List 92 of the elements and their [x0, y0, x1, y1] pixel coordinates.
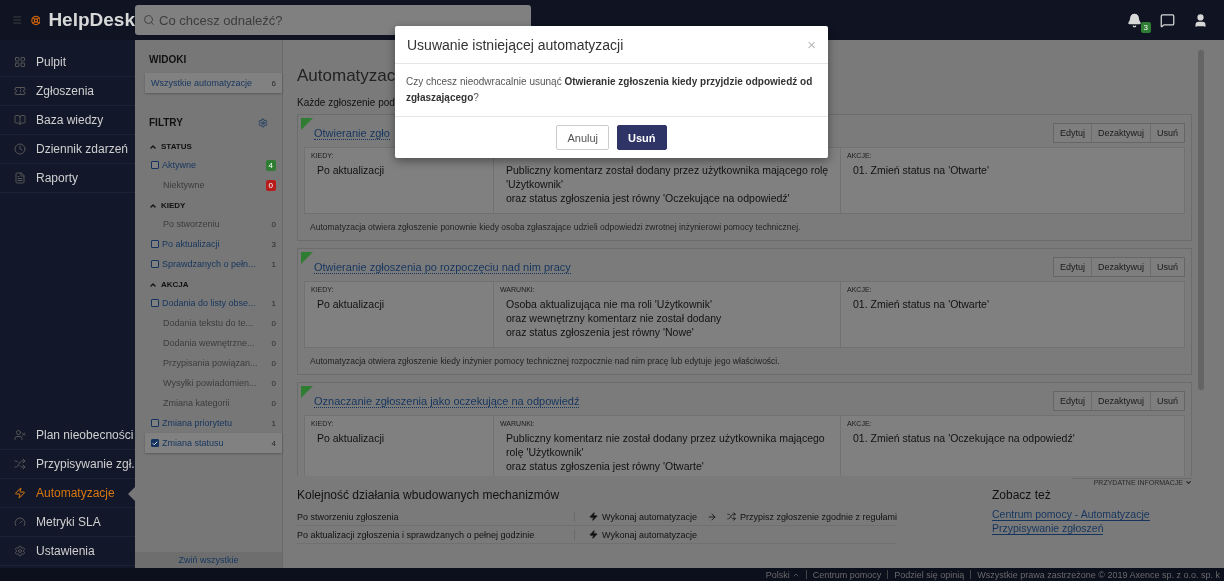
filter-item[interactable]: Po aktualizacji 3	[145, 234, 282, 254]
section-heading: Kolejność działania wbudowanych mechanizmów	[297, 488, 561, 502]
action-text: 01. Zmień status na 'Otwarte'	[852, 297, 990, 311]
card-action-button[interactable]: Usuń	[1150, 392, 1184, 410]
checkbox[interactable]	[151, 240, 159, 248]
automation-title-link[interactable]: Otwieranie zgłoszenia po rozpoczęciu nad nim pracy	[314, 260, 571, 274]
user-icon	[14, 429, 26, 441]
checkbox[interactable]	[151, 299, 159, 307]
view-item[interactable]: Wszystkie automatyzacje 6	[145, 73, 282, 93]
section-title: FILTRY	[149, 117, 183, 128]
chat-icon[interactable]	[1160, 12, 1175, 28]
filter-item[interactable]: Sprawdzanych o pełn... 1	[145, 254, 282, 274]
card-action-button[interactable]: Dezaktywuj	[1090, 258, 1150, 276]
filter-section-toggle[interactable]: AKCJA	[135, 274, 282, 293]
count: 4	[271, 438, 276, 448]
condition-text: Osoba aktualizująca nie ma roli 'Użytkownik'	[505, 297, 713, 311]
grid-icon	[14, 56, 26, 68]
bell-icon[interactable]	[1127, 12, 1142, 28]
checkbox[interactable]	[151, 419, 159, 427]
search-icon	[143, 14, 155, 26]
delete-button[interactable]: Usuń	[617, 125, 667, 150]
order-label: Po stworzeniu zgłoszenia	[297, 511, 575, 522]
card-action-button[interactable]: Usuń	[1150, 258, 1184, 276]
automation-description: Automatyzacja otwiera zgłoszenie kiedy inżynier pomocy technicznej rozpocznie nad nim pracę lub edytuje jego właściwości.	[309, 355, 781, 368]
card-action-button[interactable]: Dezaktywuj	[1090, 392, 1150, 410]
condition-text: oraz status zgłoszenia jest równy 'Nowe'	[505, 325, 695, 339]
count: 3	[271, 239, 276, 249]
process-step: Wykonaj automatyzacje	[589, 511, 697, 522]
card-action-button[interactable]: Dezaktywuj	[1090, 124, 1150, 142]
lightning-icon	[14, 487, 26, 499]
clock-icon	[14, 143, 26, 155]
count: 1	[271, 418, 276, 428]
action-text: 01. Zmień status na 'Oczekujące na odpowiedź'	[852, 431, 1076, 445]
filter-item[interactable]: Aktywne 4	[145, 155, 282, 175]
card-action-button[interactable]: Usuń	[1150, 124, 1184, 142]
condition-text: oraz status zgłoszenia jest równy 'Oczekujące na odpowiedź'	[505, 191, 791, 205]
footer-link[interactable]: Centrum pomocy	[812, 569, 882, 580]
checkbox[interactable]	[151, 161, 159, 169]
automation-description: Automatyzacja otwiera zgłoszenie ponownie kiedy osoba zgłaszające udzieli odpowiedzi zwrotnej inżynierowi pomocy technicznej.	[309, 221, 802, 234]
user-icon[interactable]	[1193, 12, 1208, 28]
help-link[interactable]: Centrum pomocy - Automatyzacje	[992, 508, 1150, 521]
page-subtitle: Każde zgłoszenie pod	[297, 97, 395, 108]
help-link[interactable]: Przypisywanie zgłoszeń	[992, 522, 1104, 535]
count: 1	[271, 298, 276, 308]
when-value: Po aktualizacji	[316, 297, 386, 311]
app-logo: HelpDesk	[48, 9, 135, 31]
condition-text: oraz wewnętrzny komentarz nie został dodany	[505, 311, 723, 325]
settings-icon[interactable]	[258, 117, 268, 128]
dialog-message: Czy chcesz nieodwracalnie usunąć Otwieranie zgłoszenia kiedy przyjdzie odpowiedź od zgłaszającego?	[406, 76, 813, 103]
gauge-icon	[14, 516, 26, 528]
filter-item[interactable]: Zmiana statusu 4	[145, 433, 282, 453]
automation-title-link[interactable]: Oznaczanie zgłoszenia jako oczekujące na odpowiedź	[314, 394, 580, 408]
filter-item[interactable]: Zmiana priorytetu 1	[145, 413, 282, 433]
filter-section-toggle[interactable]: STATUS	[135, 136, 282, 155]
lightning-icon	[589, 530, 598, 539]
footer-link[interactable]: Podziel się opinią	[894, 569, 965, 580]
filter-item[interactable]: Dodania do listy obse... 1	[145, 293, 282, 313]
count-badge: 4	[265, 159, 276, 171]
condition-text: oraz status zgłoszenia jest równy 'Otwarte'	[505, 459, 705, 473]
dialog-title: Usuwanie istniejącej automatyzacji	[407, 36, 624, 53]
caret-down-icon	[1185, 479, 1192, 486]
page-title: Automatyzac	[297, 66, 396, 86]
settings-icon	[14, 545, 26, 557]
section-heading: Zobacz też	[992, 488, 1052, 502]
ticket-icon	[14, 85, 26, 97]
copyright-text: Wszystkie prawa zastrzeżone © 2019 Axence sp. z o.o. sp. k	[977, 569, 1220, 580]
count-badge: 0	[265, 179, 276, 191]
section-title: WIDOKI	[149, 54, 187, 65]
count: 1	[271, 259, 276, 269]
shuffle-icon	[726, 512, 736, 521]
shuffle-icon	[14, 458, 26, 470]
card-action-button[interactable]: Edytuj	[1053, 124, 1091, 142]
process-step: Przypisz zgłoszenie zgodnie z regułami	[726, 511, 898, 522]
checkbox[interactable]	[151, 439, 159, 447]
collapse-all-button[interactable]: Zwiń wszystkie	[135, 552, 282, 568]
filter-section-toggle[interactable]: KIEDY	[135, 195, 282, 214]
cancel-button[interactable]: Anuluj	[556, 125, 610, 150]
notification-badge: 3	[1140, 21, 1151, 33]
automation-title-link[interactable]: Otwieranie zgło	[314, 126, 390, 140]
process-step: Wykonaj automatyzacje	[589, 529, 697, 540]
when-value: Po aktualizacji	[316, 431, 386, 445]
checkbox[interactable]	[151, 260, 159, 268]
book-icon	[14, 114, 26, 126]
action-text: 01. Zmień status na 'Otwarte'	[852, 163, 990, 177]
lightning-icon	[589, 512, 598, 521]
when-value: Po aktualizacji	[316, 163, 386, 177]
language-selector[interactable]: Polski	[765, 569, 800, 580]
card-action-button[interactable]: Edytuj	[1053, 392, 1091, 410]
arrow-icon	[706, 511, 717, 522]
search-field[interactable]: Co chcesz odnaleźć?	[135, 5, 531, 35]
document-icon	[14, 172, 26, 184]
card-action-button[interactable]: Edytuj	[1053, 258, 1091, 276]
